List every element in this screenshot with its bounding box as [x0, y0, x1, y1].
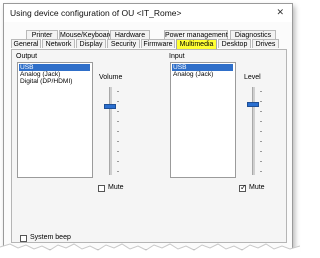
- tab-label: Firmware: [143, 41, 173, 48]
- level-tick: [260, 111, 262, 112]
- level-tick: [260, 141, 262, 142]
- tab-label: Security: [110, 41, 137, 48]
- title-bar: Using device configuration of OU <IT_Rom…: [4, 4, 292, 22]
- volume-slider-thumb[interactable]: [104, 104, 116, 109]
- torn-edge-decoration: [0, 243, 300, 258]
- volume-slider-track: [109, 87, 112, 175]
- volume-tick: [117, 131, 119, 132]
- tab-general[interactable]: General: [11, 39, 41, 48]
- tab-label: Multimedia: [179, 41, 214, 48]
- input-mute-label: Mute: [249, 184, 265, 191]
- input-item-usb[interactable]: USB: [172, 64, 233, 71]
- device-config-dialog: Using device configuration of OU <IT_Rom…: [3, 3, 293, 250]
- output-mute-label: Mute: [108, 184, 124, 191]
- volume-tick: [117, 171, 119, 172]
- tab-desktop[interactable]: Desktop: [218, 39, 251, 48]
- tab-mouse-keyboard[interactable]: Mouse/Keyboard: [59, 30, 113, 39]
- volume-label: Volume: [99, 74, 123, 81]
- tab-firmware[interactable]: Firmware: [141, 39, 175, 48]
- system-beep-label: System beep: [30, 234, 71, 241]
- output-item-usb[interactable]: USB: [19, 64, 90, 71]
- tab-label: Printer: [31, 32, 53, 39]
- level-slider[interactable]: [247, 87, 272, 175]
- level-tick: [260, 101, 262, 102]
- tab-diagnostics[interactable]: Diagnostics: [230, 30, 276, 39]
- output-mute-checkbox[interactable]: [98, 185, 105, 192]
- volume-tick: [117, 101, 119, 102]
- level-tick: [260, 161, 262, 162]
- level-tick: [260, 131, 262, 132]
- output-group-label: Output: [16, 53, 38, 60]
- tab-security[interactable]: Security: [107, 39, 140, 48]
- multimedia-panel: Output USB Analog (Jack) Digital (DP/HDM…: [11, 49, 287, 243]
- tab-label: Network: [45, 41, 72, 48]
- tab-label: General: [13, 41, 39, 48]
- level-tick: [260, 151, 262, 152]
- level-label: Level: [244, 74, 261, 81]
- volume-tick: [117, 141, 119, 142]
- dialog-title: Using device configuration of OU <IT_Rom…: [10, 8, 182, 18]
- volume-slider[interactable]: [104, 87, 129, 175]
- tab-power-management[interactable]: Power management: [164, 30, 228, 39]
- volume-tick: [117, 111, 119, 112]
- tab-label: Mouse/Keyboard: [60, 32, 113, 39]
- input-mute-checkbox[interactable]: ✓: [239, 183, 247, 192]
- input-group-label: Input: [169, 53, 185, 60]
- tab-display[interactable]: Display: [76, 39, 106, 48]
- tab-label: Desktop: [221, 41, 248, 48]
- tab-hardware[interactable]: Hardware: [110, 30, 150, 39]
- output-item-digital[interactable]: Digital (DP/HDMI): [19, 78, 72, 85]
- level-slider-thumb[interactable]: [247, 102, 259, 107]
- output-device-list[interactable]: USB Analog (Jack) Digital (DP/HDMI): [17, 62, 93, 178]
- input-device-list[interactable]: USB Analog (Jack): [170, 62, 236, 178]
- output-item-analog-jack[interactable]: Analog (Jack): [19, 71, 60, 78]
- tab-network[interactable]: Network: [42, 39, 75, 48]
- level-tick: [260, 121, 262, 122]
- tab-label: Hardware: [114, 32, 146, 39]
- level-slider-track: [252, 87, 255, 175]
- close-icon[interactable]: ✕: [276, 7, 284, 18]
- volume-tick: [117, 151, 119, 152]
- volume-tick: [117, 91, 119, 92]
- tab-label: Drives: [255, 41, 276, 48]
- tab-label: Power management: [165, 32, 228, 39]
- input-item-analog-jack[interactable]: Analog (Jack): [172, 71, 213, 78]
- tab-label: Diagnostics: [234, 32, 272, 39]
- volume-tick: [117, 161, 119, 162]
- tab-printer[interactable]: Printer: [26, 30, 58, 39]
- tab-label: Display: [79, 41, 103, 48]
- tab-drives[interactable]: Drives: [252, 39, 279, 48]
- level-tick: [260, 171, 262, 172]
- checkmark-icon: ✓: [240, 183, 247, 192]
- level-tick: [260, 91, 262, 92]
- tab-multimedia[interactable]: Multimedia: [176, 39, 217, 49]
- volume-tick: [117, 121, 119, 122]
